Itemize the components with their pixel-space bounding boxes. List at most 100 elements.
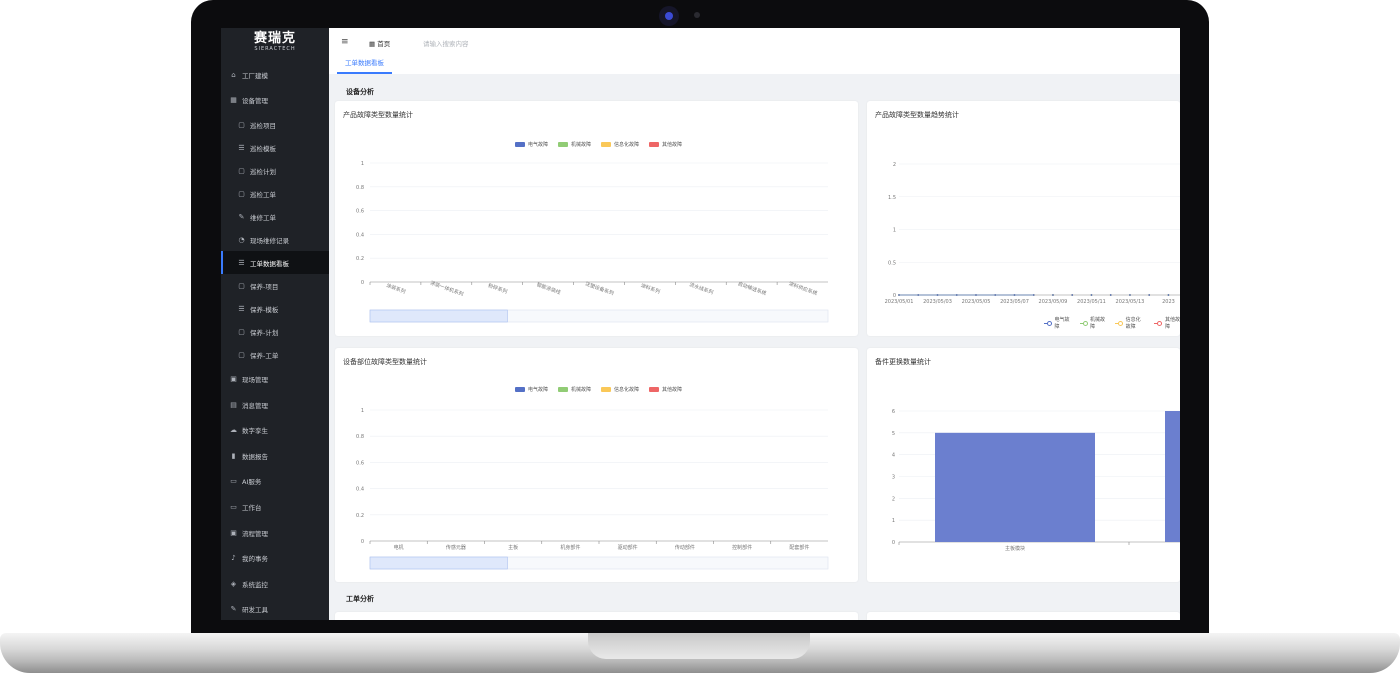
x-tick-label: 2023/05/05 (962, 299, 991, 305)
zoom-slider-handle (369, 309, 508, 323)
cloud-icon: ☁ (230, 426, 237, 435)
sidebar-item[interactable]: ▢ 巡检工单 (221, 182, 329, 205)
data-point (1129, 294, 1131, 296)
sidebar-item[interactable]: ☰ 工单数据看板 (221, 251, 329, 275)
zoom-slider-handle (369, 556, 508, 570)
data-point (1071, 294, 1074, 296)
sidebar-item[interactable]: ⌂ 工厂建模 (221, 62, 329, 88)
data-point (1032, 294, 1035, 296)
menu-toggle-icon[interactable]: ≡ (341, 37, 349, 47)
sidebar-item[interactable]: ☰ 保养-模板 (221, 297, 329, 320)
x-tick-label: 驱动部件 (618, 544, 638, 551)
sidebar-item[interactable]: ▭ AI服务 (221, 469, 329, 495)
data-point (1013, 294, 1016, 296)
sidebar-item[interactable]: ✎ 维修工单 (221, 205, 329, 228)
sidebar-item[interactable]: ◈ 系统监控 (221, 571, 329, 597)
home-label: 首页 (377, 40, 391, 48)
x-tick-label: 2023/05/03 (923, 299, 952, 305)
monitor-icon: ▭ (230, 502, 237, 511)
sidebar-item-label: 数字孪生 (242, 427, 268, 436)
y-tick-label: 6 (892, 409, 895, 415)
y-tick-label: 0.4 (356, 487, 364, 493)
y-tick-label: 0.8 (356, 434, 364, 440)
sidebar-item[interactable]: ☁ 数字孪生 (221, 417, 329, 443)
data-point (936, 294, 939, 296)
flow-icon: ▣ (230, 528, 237, 537)
x-tick-label: 注塑设备系列 (584, 280, 615, 297)
chart-svg: 0 1 2 3 4 5 6 主板模块 (892, 409, 1180, 552)
x-tick-label: 2023/05/07 (1000, 299, 1029, 305)
brand-name: 赛瑞克 (253, 31, 296, 46)
message-icon: ▤ (230, 400, 237, 409)
sidebar-item-label: 研发工具 (242, 606, 268, 615)
data-point (994, 294, 997, 296)
y-tick-label: 5 (892, 431, 895, 437)
y-tick-label: 0.2 (356, 513, 364, 519)
search-input[interactable]: 请输入搜索内容 (423, 38, 469, 48)
chart-svg: 00.20.40.60.81涂装系列 涂装一体机系列 粉碎系列 智能涂装线 注塑设备系列… (356, 161, 829, 323)
site-icon: ▣ (230, 374, 237, 383)
data-point (955, 294, 958, 296)
sidebar-item-label: 工作台 (242, 503, 262, 512)
sensor-icon (694, 12, 700, 18)
sidebar-item-label: 数据报告 (242, 452, 268, 461)
sidebar-item[interactable]: ◔ 现场维修记录 (221, 228, 329, 251)
bar (935, 432, 1095, 542)
sidebar-item-label: 我的事务 (242, 555, 268, 564)
x-tick-label: 涂装系列 (385, 282, 406, 295)
y-tick-label: 2 (892, 496, 895, 502)
sidebar-item[interactable]: ▢ 巡检计划 (221, 159, 329, 182)
doc-icon: ▢ (238, 327, 245, 336)
y-tick-label: 2 (893, 162, 896, 168)
sidebar-item-label: 工厂建模 (242, 71, 268, 80)
y-tick-label: 3 (892, 475, 895, 481)
sidebar-item[interactable]: ▢ 巡检项目 (221, 113, 329, 136)
sidebar-item[interactable]: ▭ 工作台 (221, 494, 329, 520)
tab-work-order-dashboard[interactable]: 工单数据看板 (337, 55, 392, 74)
doc-icon: ▢ (238, 166, 245, 175)
sidebar-item[interactable]: ▣ 现场管理 (221, 366, 329, 392)
sidebar-item-label: 设备管理 (242, 97, 268, 106)
sidebar-item[interactable]: ♪ 我的事务 (221, 545, 329, 571)
x-tick-label: 2023/05/11 (1077, 299, 1106, 305)
x-tick-label: 涂料系列 (640, 282, 661, 295)
y-tick-label: 4 (892, 453, 895, 459)
y-tick-label: 1 (361, 408, 364, 414)
sidebar-item-label: 巡检项目 (250, 121, 276, 130)
y-tick-label: 1 (893, 228, 896, 234)
bar (1165, 411, 1180, 542)
wrench-icon: ✎ (238, 212, 245, 221)
sidebar-item-label: 保养-工单 (250, 351, 279, 360)
y-tick-label: 1.5 (888, 195, 896, 201)
sidebar-item[interactable]: ☰ 巡检模板 (221, 136, 329, 159)
sidebar-item-label: 工单数据看板 (250, 259, 289, 268)
ai-icon: ▭ (230, 477, 237, 486)
list-icon: ☰ (238, 304, 245, 313)
card-spare-parts: 备件更换数量统计 0 1 2 3 4 5 6 主板模块 (867, 348, 1180, 582)
sidebar-item[interactable]: ▮ 数据报告 (221, 443, 329, 469)
y-tick-label: 0 (361, 280, 364, 286)
sidebar-item[interactable]: ▢ 保养-计划 (221, 320, 329, 343)
x-tick-label: 流水线系列 (688, 281, 714, 296)
x-tick-label: 机身部件 (560, 544, 580, 551)
sidebar-item-label: 巡检计划 (250, 167, 276, 176)
brand-sub: SIERACTECH (254, 46, 296, 52)
home-link[interactable]: ▦ 首页 (369, 38, 390, 48)
sidebar-item[interactable]: ✎ 研发工具 (221, 597, 329, 620)
sidebar-item[interactable]: ▢ 保养-项目 (221, 274, 329, 297)
sidebar-item[interactable]: ▦ 设备管理 (221, 88, 329, 114)
webcam-icon (659, 6, 679, 26)
record-icon: ◔ (238, 235, 245, 244)
sidebar-item[interactable]: ▣ 流程管理 (221, 520, 329, 546)
data-point (975, 294, 977, 296)
sidebar-item[interactable]: ▤ 消息管理 (221, 392, 329, 418)
section-device-analysis: 设备分析 (346, 88, 374, 96)
y-tick-label: 0.8 (356, 185, 364, 191)
data-point (917, 294, 920, 296)
sidebar-item-label: 保养-项目 (250, 282, 279, 291)
chart-svg: 0 0.2 0.4 0.6 0.8 1 电机 传感元器 主板 机身部件 驱动部件 传动部件 控制部件 配套… (356, 408, 829, 570)
sidebar-item[interactable]: ▢ 保养-工单 (221, 343, 329, 366)
logo[interactable]: 赛瑞克 SIERACTECH (221, 28, 329, 62)
card-product-fault-type: 产品故障类型数量统计 电气故障 机械故障 信息化故障 其他故障 0 0.2 0.4 0.6 0… (335, 101, 858, 336)
sidebar-item-label: 现场管理 (242, 375, 268, 384)
